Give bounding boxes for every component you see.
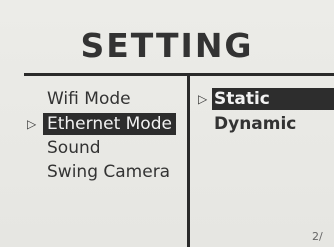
submenu-cursor-icon: ▷ <box>198 92 208 106</box>
column-divider <box>187 75 190 247</box>
selection-cursor-icon: ▷ <box>27 117 37 131</box>
menu-item-swing-camera[interactable]: Swing Camera <box>47 161 170 183</box>
submenu-item-dynamic[interactable]: Dynamic <box>214 113 296 135</box>
page-title: SETTING <box>80 26 254 65</box>
header-divider <box>24 73 334 76</box>
menu-item-ethernet-mode[interactable]: Ethernet Mode <box>43 113 176 135</box>
menu-item-wifi-mode[interactable]: Wifi Mode <box>47 88 131 110</box>
page-indicator: 2/ <box>312 230 323 243</box>
submenu-item-static[interactable]: Static <box>212 88 334 110</box>
settings-screen: SETTING Wifi Mode ▷ Ethernet Mode Sound … <box>0 0 334 247</box>
menu-item-sound[interactable]: Sound <box>47 137 101 159</box>
